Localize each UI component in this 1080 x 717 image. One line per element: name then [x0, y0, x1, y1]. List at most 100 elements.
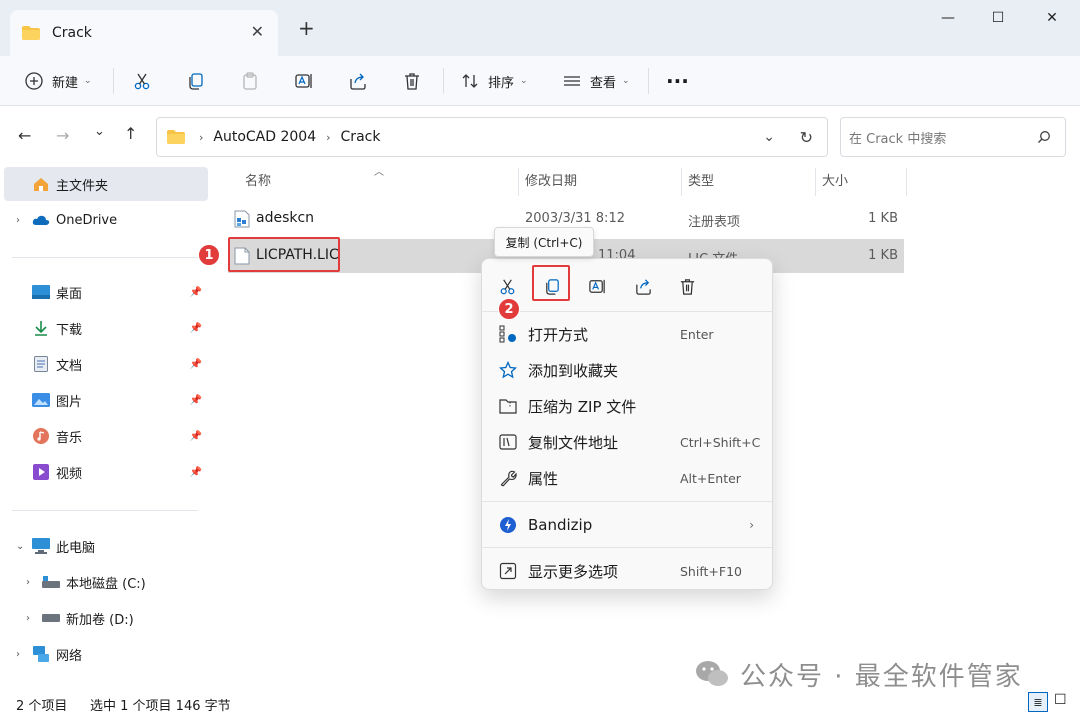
context-item-bandizip[interactable]: Bandizip › — [482, 508, 772, 542]
sort-icon — [462, 74, 478, 88]
column-divider[interactable] — [681, 168, 682, 196]
context-delete-button[interactable] — [672, 271, 702, 301]
rename-button[interactable] — [294, 64, 314, 98]
star-icon — [498, 360, 518, 380]
new-tab-button[interactable]: + — [298, 16, 315, 40]
refresh-icon[interactable]: ↻ — [800, 128, 813, 147]
column-divider[interactable] — [518, 168, 519, 196]
copy-button[interactable] — [186, 64, 206, 98]
sidebar-item-label: 图片 — [56, 394, 83, 410]
tiles-view-icon[interactable]: ☐ — [1054, 692, 1067, 708]
pin-icon[interactable]: 📌 — [190, 323, 202, 334]
bandizip-icon — [498, 515, 518, 535]
details-view-icon[interactable]: ≣ — [1028, 692, 1048, 712]
sidebar-item-onedrive[interactable]: › OneDrive — [4, 203, 208, 237]
new-button[interactable]: 新建 ⌄ — [24, 64, 92, 98]
divider — [12, 257, 198, 258]
rename-icon — [295, 74, 312, 88]
sidebar-item-home[interactable]: 主文件夹 — [4, 167, 208, 201]
sidebar-item-label: 此电脑 — [56, 540, 96, 556]
column-divider[interactable] — [815, 168, 816, 196]
context-item-show-more[interactable]: 显示更多选项 Shift+F10 — [482, 554, 772, 588]
search-placeholder: 在 Crack 中搜索 — [849, 131, 947, 147]
pin-icon[interactable]: 📌 — [190, 359, 202, 370]
sidebar-item-downloads[interactable]: 下载 📌 — [4, 311, 208, 345]
context-item-open-with[interactable]: 打开方式 Enter — [482, 317, 772, 351]
annotation-badge-2: 2 — [498, 298, 520, 320]
tab-crack[interactable]: Crack ✕ — [10, 10, 278, 56]
context-item-properties[interactable]: 属性 Alt+Enter — [482, 461, 772, 495]
divider — [113, 68, 114, 94]
expand-chevron-icon[interactable]: › — [16, 215, 32, 226]
paste-button[interactable] — [240, 64, 260, 98]
file-type: 注册表项 — [688, 215, 741, 230]
address-dropdown-icon[interactable]: ⌄ — [763, 129, 775, 145]
expand-chevron-icon[interactable]: › — [26, 577, 42, 588]
sidebar-item-label: 网络 — [56, 648, 83, 664]
column-header-date[interactable]: 修改日期 — [525, 170, 577, 189]
sidebar-item-videos[interactable]: 视频 📌 — [4, 455, 208, 489]
search-input[interactable]: 在 Crack 中搜索 — [840, 117, 1066, 157]
column-divider[interactable] — [906, 168, 907, 196]
sort-up-icon: ︿ — [374, 167, 384, 178]
view-button[interactable]: 查看 ⌄ — [562, 64, 630, 98]
copy-icon — [189, 73, 203, 90]
context-item-label: 显示更多选项 — [528, 562, 619, 581]
chevron-down-icon: ⌄ — [520, 76, 528, 86]
forward-icon[interactable]: → — [56, 126, 69, 145]
close-button[interactable]: ✕ — [1032, 8, 1072, 28]
up-icon[interactable]: ↑ — [124, 124, 137, 143]
pin-icon[interactable]: 📌 — [190, 431, 202, 442]
column-header-name[interactable]: 名称 — [245, 170, 271, 189]
file-date: 2003/3/31 8:12 — [525, 211, 625, 226]
context-item-compress-zip[interactable]: 压缩为 ZIP 文件 — [482, 389, 772, 423]
tab-title: Crack — [52, 25, 92, 41]
context-item-add-favorite[interactable]: 添加到收藏夹 — [482, 353, 772, 387]
breadcrumb-autocad[interactable]: AutoCAD 2004 — [213, 129, 316, 145]
pin-icon[interactable]: 📌 — [190, 467, 202, 478]
paste-icon — [243, 72, 257, 90]
column-header-type[interactable]: 类型 — [688, 170, 714, 189]
column-header-size[interactable]: 大小 — [822, 170, 848, 189]
more-button[interactable]: ··· — [666, 64, 689, 98]
sidebar-item-desktop[interactable]: 桌面 📌 — [4, 275, 208, 309]
cut-button[interactable] — [132, 64, 152, 98]
pin-icon[interactable]: 📌 — [190, 287, 202, 298]
minimize-button[interactable]: — — [928, 8, 968, 28]
tab-close-icon[interactable]: ✕ — [251, 22, 264, 41]
sidebar-item-label: 新加卷 (D:) — [66, 612, 134, 628]
sidebar-item-label: 本地磁盘 (C:) — [66, 576, 146, 592]
sidebar-item-this-pc[interactable]: ⌄ 此电脑 — [4, 529, 208, 563]
expand-chevron-icon[interactable]: ⌄ — [16, 541, 32, 552]
sidebar-item-music[interactable]: 音乐 📌 — [4, 419, 208, 453]
address-bar[interactable]: › AutoCAD 2004 › Crack ⌄ ↻ — [156, 117, 828, 157]
registry-file-icon — [234, 210, 250, 228]
sort-label: 排序 — [488, 75, 515, 91]
sort-button[interactable]: 排序 ⌄ — [460, 64, 528, 98]
delete-button[interactable] — [402, 64, 422, 98]
annotation-badge-1: 1 — [198, 244, 220, 266]
sidebar-item-drive-d[interactable]: › 新加卷 (D:) — [4, 601, 208, 635]
breadcrumb-crack[interactable]: Crack — [341, 129, 381, 145]
file-name: adeskcn — [256, 210, 315, 226]
sidebar-item-network[interactable]: › 网络 — [4, 637, 208, 671]
back-icon[interactable]: ← — [18, 126, 31, 145]
maximize-button[interactable]: ☐ — [978, 8, 1018, 28]
sidebar-item-drive-c[interactable]: › 本地磁盘 (C:) — [4, 565, 208, 599]
context-item-copy-path[interactable]: 复制文件地址 Ctrl+Shift+C — [482, 425, 772, 459]
sidebar-item-pictures[interactable]: 图片 📌 — [4, 383, 208, 417]
trash-icon — [405, 73, 419, 90]
context-share-button[interactable] — [628, 271, 658, 301]
sidebar-item-documents[interactable]: 文档 📌 — [4, 347, 208, 381]
breadcrumb-chevron-icon[interactable]: › — [199, 131, 203, 144]
context-cut-button[interactable] — [492, 271, 522, 301]
pin-icon[interactable]: 📌 — [190, 395, 202, 406]
wrench-icon — [498, 468, 518, 488]
expand-chevron-icon[interactable]: › — [16, 649, 32, 660]
breadcrumb-chevron-icon[interactable]: › — [326, 131, 330, 144]
share-button[interactable] — [348, 64, 368, 98]
context-rename-button[interactable] — [582, 271, 612, 301]
recent-chevron-icon[interactable]: ⌄ — [94, 124, 105, 139]
expand-chevron-icon[interactable]: › — [26, 613, 42, 624]
cloud-icon — [32, 212, 50, 228]
